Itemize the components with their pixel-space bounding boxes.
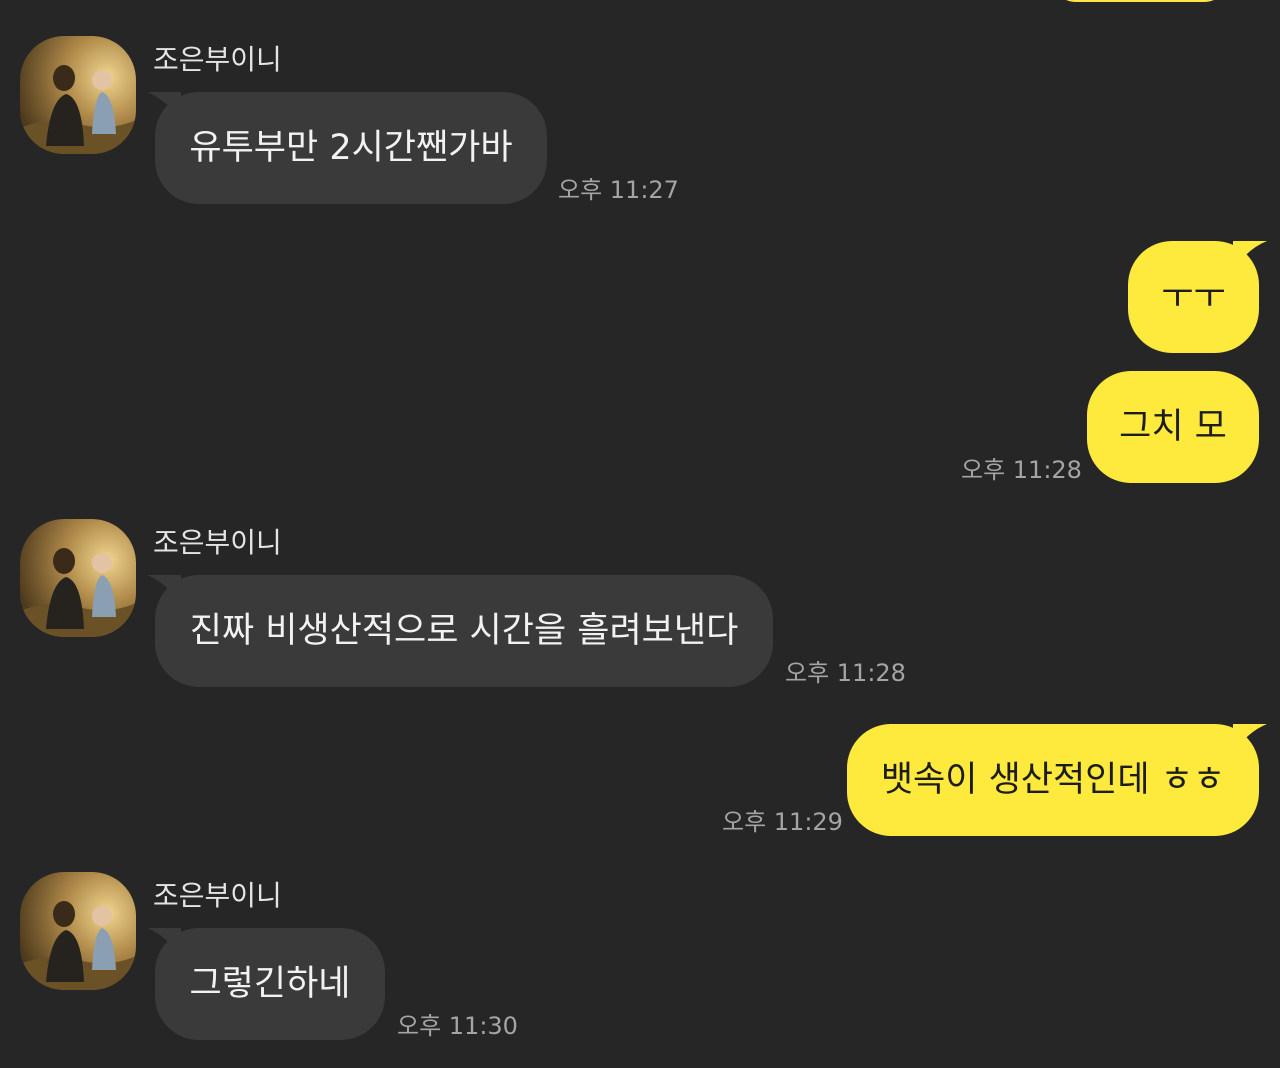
outgoing-message-bubble[interactable]: 그치 모 <box>1087 371 1259 483</box>
outgoing-message-bubble[interactable]: ㅜㅜ <box>1128 241 1267 353</box>
message-timestamp: 오후 11:29 <box>722 808 843 836</box>
message-text: 그렇긴하네 <box>189 964 351 1004</box>
sender-name: 조은부이니 <box>153 526 282 559</box>
message-timestamp: 오후 11:27 <box>558 176 679 204</box>
message-text: 진짜 비생산적으로 시간을 흘려보낸다 <box>189 611 739 651</box>
sender-avatar[interactable] <box>20 36 136 154</box>
message-timestamp: 오후 11:30 <box>397 1012 518 1040</box>
incoming-message-bubble[interactable]: 진짜 비생산적으로 시간을 흘려보낸다 <box>147 575 773 687</box>
incoming-message-bubble[interactable]: 그렇긴하네 <box>147 928 385 1040</box>
message-text: 그치 모 <box>1119 407 1227 447</box>
incoming-message-bubble[interactable]: 유투부만 2시간짼가바 <box>147 92 547 204</box>
sender-avatar[interactable] <box>20 519 136 637</box>
message-timestamp: 오후 11:28 <box>785 659 906 687</box>
sender-name: 조은부이니 <box>153 43 282 76</box>
message-text: 유투부만 2시간짼가바 <box>189 128 513 168</box>
sender-avatar[interactable] <box>20 872 136 990</box>
message-text: ㅜㅜ <box>1161 277 1226 317</box>
message-text: 뱃속이 생산적인데 ㅎㅎ <box>880 760 1226 800</box>
sender-name: 조은부이니 <box>153 879 282 912</box>
outgoing-message-bubble[interactable]: 뱃속이 생산적인데 ㅎㅎ <box>847 724 1267 836</box>
avatar-photo-icon <box>20 519 136 637</box>
message-timestamp: 오후 11:28 <box>961 456 1082 484</box>
previous-outgoing-bubble-fragment <box>1050 0 1230 2</box>
avatar-photo-icon <box>20 36 136 154</box>
avatar-photo-icon <box>20 872 136 990</box>
